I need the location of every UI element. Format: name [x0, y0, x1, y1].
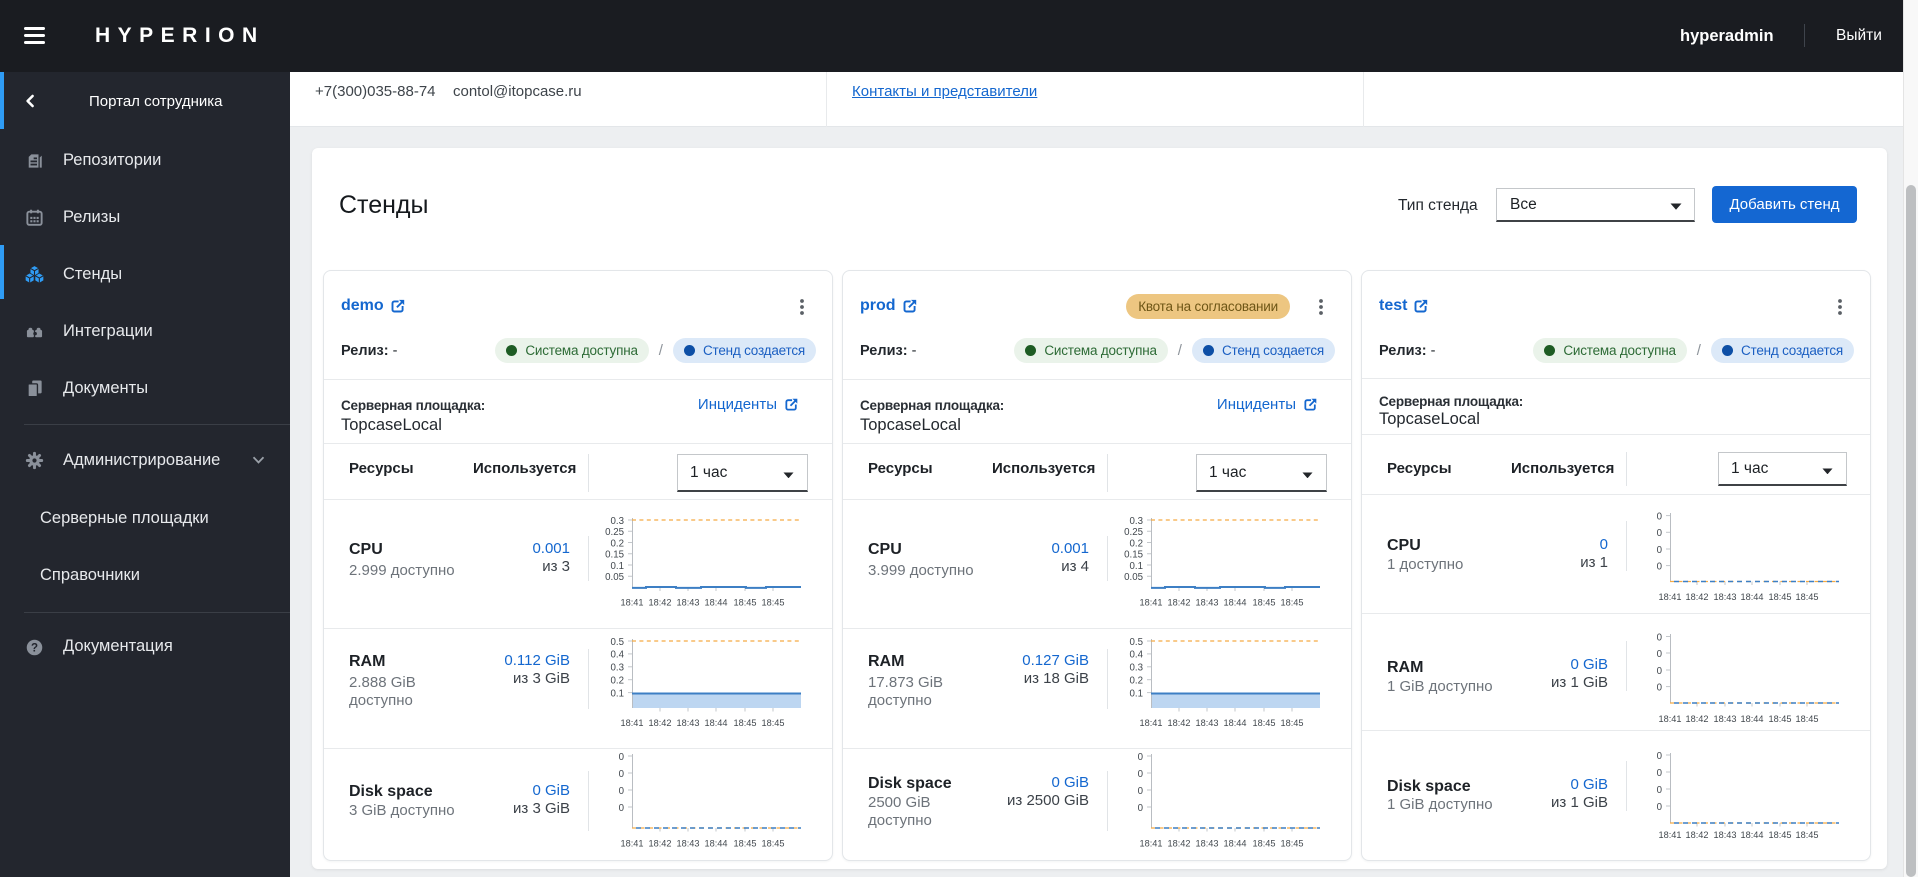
- svg-text:0.25: 0.25: [605, 527, 624, 538]
- svg-text:0.4: 0.4: [1130, 650, 1144, 661]
- svg-text:0: 0: [1657, 802, 1663, 813]
- svg-text:0.5: 0.5: [1130, 637, 1143, 648]
- svg-text:18:44: 18:44: [705, 838, 728, 848]
- svg-text:18:45: 18:45: [1281, 597, 1304, 607]
- svg-text:18:42: 18:42: [649, 718, 672, 728]
- svg-text:0.2: 0.2: [611, 676, 624, 687]
- svg-text:0: 0: [1138, 786, 1144, 797]
- svg-text:0.1: 0.1: [611, 561, 624, 572]
- svg-text:0.1: 0.1: [1130, 561, 1143, 572]
- svg-text:18:45: 18:45: [1796, 830, 1819, 840]
- svg-text:18:41: 18:41: [1659, 592, 1682, 602]
- svg-text:0: 0: [1657, 649, 1663, 660]
- svg-text:18:45: 18:45: [1796, 714, 1819, 724]
- svg-text:18:42: 18:42: [1686, 592, 1709, 602]
- svg-text:0: 0: [1138, 769, 1144, 780]
- svg-text:18:45: 18:45: [1769, 714, 1792, 724]
- svg-text:0: 0: [1657, 561, 1663, 572]
- svg-text:18:45: 18:45: [762, 838, 785, 848]
- svg-text:18:43: 18:43: [1714, 714, 1737, 724]
- svg-text:0.5: 0.5: [611, 637, 624, 648]
- svg-text:18:45: 18:45: [762, 718, 785, 728]
- svg-text:18:43: 18:43: [1714, 592, 1737, 602]
- svg-text:18:41: 18:41: [1140, 838, 1163, 848]
- svg-text:18:45: 18:45: [1796, 592, 1819, 602]
- svg-text:0: 0: [1657, 682, 1663, 693]
- svg-text:0: 0: [1657, 666, 1663, 677]
- svg-text:18:42: 18:42: [649, 838, 672, 848]
- svg-text:?: ?: [31, 642, 38, 654]
- svg-text:18:45: 18:45: [734, 718, 757, 728]
- svg-text:18:45: 18:45: [762, 597, 785, 607]
- svg-text:0: 0: [1138, 803, 1144, 814]
- svg-text:0: 0: [619, 803, 625, 814]
- svg-text:0: 0: [1657, 528, 1663, 539]
- svg-text:18:44: 18:44: [1741, 830, 1764, 840]
- svg-text:18:41: 18:41: [1140, 718, 1163, 728]
- svg-text:18:44: 18:44: [1224, 718, 1247, 728]
- svg-text:18:43: 18:43: [677, 718, 700, 728]
- svg-text:18:45: 18:45: [1253, 718, 1276, 728]
- svg-text:18:43: 18:43: [1196, 838, 1219, 848]
- svg-text:0.15: 0.15: [605, 550, 624, 561]
- svg-text:18:41: 18:41: [1659, 714, 1682, 724]
- svg-text:18:43: 18:43: [677, 838, 700, 848]
- svg-text:0.3: 0.3: [1130, 516, 1143, 527]
- svg-text:0.05: 0.05: [1124, 572, 1143, 583]
- svg-text:18:44: 18:44: [1224, 838, 1247, 848]
- svg-text:0: 0: [1138, 752, 1144, 763]
- svg-text:18:41: 18:41: [621, 597, 644, 607]
- svg-text:18:45: 18:45: [1769, 592, 1792, 602]
- svg-text:18:44: 18:44: [1741, 592, 1764, 602]
- svg-text:0.2: 0.2: [1130, 538, 1143, 549]
- svg-text:0: 0: [1657, 785, 1663, 796]
- svg-text:0: 0: [1657, 632, 1663, 643]
- svg-text:18:42: 18:42: [1168, 718, 1191, 728]
- svg-text:18:43: 18:43: [1196, 597, 1219, 607]
- svg-text:0.1: 0.1: [1130, 688, 1143, 699]
- svg-text:18:45: 18:45: [1253, 597, 1276, 607]
- svg-text:18:41: 18:41: [621, 718, 644, 728]
- svg-text:18:45: 18:45: [1281, 718, 1304, 728]
- svg-text:0.3: 0.3: [1130, 663, 1143, 674]
- svg-text:0.3: 0.3: [611, 516, 624, 527]
- svg-text:0: 0: [1657, 751, 1663, 762]
- svg-text:18:42: 18:42: [1168, 838, 1191, 848]
- svg-text:18:45: 18:45: [734, 838, 757, 848]
- svg-text:0.05: 0.05: [605, 572, 624, 583]
- svg-text:18:41: 18:41: [621, 838, 644, 848]
- svg-text:0: 0: [1657, 511, 1663, 522]
- svg-text:18:45: 18:45: [734, 597, 757, 607]
- svg-text:18:41: 18:41: [1659, 830, 1682, 840]
- svg-text:0: 0: [619, 786, 625, 797]
- svg-text:18:42: 18:42: [1168, 597, 1191, 607]
- svg-text:18:45: 18:45: [1281, 838, 1304, 848]
- svg-text:18:44: 18:44: [705, 718, 728, 728]
- svg-text:0: 0: [619, 752, 625, 763]
- svg-text:0.3: 0.3: [611, 663, 624, 674]
- svg-text:18:41: 18:41: [1140, 597, 1163, 607]
- svg-text:18:45: 18:45: [1769, 830, 1792, 840]
- svg-text:18:43: 18:43: [677, 597, 700, 607]
- svg-text:18:44: 18:44: [1224, 597, 1247, 607]
- svg-text:18:42: 18:42: [1686, 830, 1709, 840]
- svg-text:18:44: 18:44: [1741, 714, 1764, 724]
- svg-text:0: 0: [1657, 545, 1663, 556]
- svg-text:0: 0: [1657, 768, 1663, 779]
- svg-text:0: 0: [619, 769, 625, 780]
- svg-text:18:43: 18:43: [1196, 718, 1219, 728]
- svg-text:0.2: 0.2: [1130, 676, 1143, 687]
- svg-text:0.15: 0.15: [1124, 550, 1143, 561]
- svg-text:18:44: 18:44: [705, 597, 728, 607]
- svg-text:18:43: 18:43: [1714, 830, 1737, 840]
- svg-text:18:42: 18:42: [649, 597, 672, 607]
- svg-text:0.1: 0.1: [611, 688, 624, 699]
- svg-text:0.4: 0.4: [611, 650, 625, 661]
- svg-text:0.2: 0.2: [611, 538, 624, 549]
- svg-text:18:45: 18:45: [1253, 838, 1276, 848]
- svg-text:18:42: 18:42: [1686, 714, 1709, 724]
- svg-text:0.25: 0.25: [1124, 527, 1143, 538]
